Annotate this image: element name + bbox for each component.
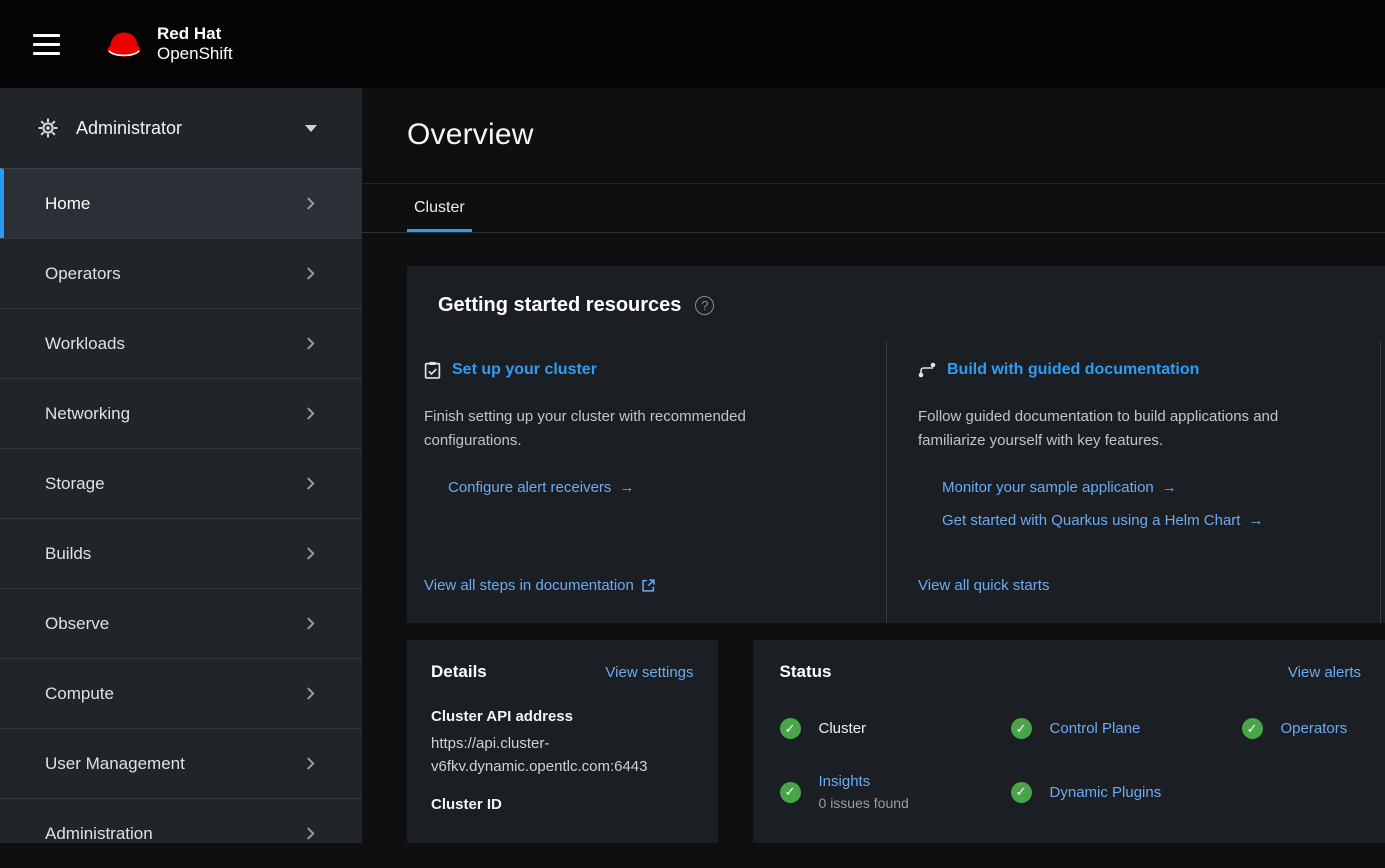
insights-issues-count: 0 issues found bbox=[819, 795, 909, 811]
check-circle-icon: ✓ bbox=[780, 782, 801, 803]
chevron-right-icon bbox=[304, 827, 317, 840]
view-settings-link[interactable]: View settings bbox=[605, 664, 693, 681]
status-card: Status View alerts ✓ Cluster ✓ Control P… bbox=[753, 640, 1385, 843]
control-plane-link[interactable]: Control Plane bbox=[1050, 720, 1141, 737]
status-item-dynamic-plugins: ✓ Dynamic Plugins bbox=[1011, 773, 1242, 811]
sidebar-item-home[interactable]: Home bbox=[0, 168, 362, 238]
chevron-right-icon bbox=[304, 687, 317, 700]
chevron-right-icon bbox=[304, 757, 317, 770]
monitor-sample-application-link[interactable]: Monitor your sample application → bbox=[942, 479, 1177, 496]
gear-icon bbox=[38, 118, 58, 138]
guided-route-icon bbox=[918, 362, 936, 378]
status-item-cluster: ✓ Cluster bbox=[780, 718, 1011, 739]
check-circle-icon: ✓ bbox=[1242, 718, 1263, 739]
cropped-column bbox=[1381, 341, 1385, 623]
redhat-openshift-logo: Red Hat OpenShift bbox=[104, 24, 233, 65]
quarkus-helm-chart-link[interactable]: Get started with Quarkus using a Helm Ch… bbox=[942, 512, 1263, 529]
arrow-right-icon: → bbox=[1162, 479, 1177, 496]
sidebar-item-user-management[interactable]: User Management bbox=[0, 728, 362, 798]
perspective-switcher[interactable]: Administrator bbox=[0, 88, 362, 168]
insights-link[interactable]: Insights bbox=[819, 773, 909, 790]
configure-alert-receivers-link[interactable]: Configure alert receivers → bbox=[448, 479, 634, 496]
chevron-right-icon bbox=[304, 337, 317, 350]
nav-list: Home Operators Workloads Networking Stor… bbox=[0, 168, 362, 868]
dashboard: Getting started resources ? Set up your … bbox=[362, 233, 1385, 843]
sidebar-item-workloads[interactable]: Workloads bbox=[0, 308, 362, 378]
clipboard-check-icon bbox=[424, 361, 441, 379]
brand-name-top: Red Hat bbox=[157, 24, 233, 44]
check-circle-icon: ✓ bbox=[1011, 718, 1032, 739]
help-icon[interactable]: ? bbox=[695, 296, 714, 315]
view-all-steps-link[interactable]: View all steps in documentation bbox=[424, 577, 655, 594]
page-title: Overview bbox=[407, 118, 1385, 152]
main-content: Overview Cluster Getting started resourc… bbox=[362, 88, 1385, 843]
status-item-insights: ✓ Insights 0 issues found bbox=[780, 773, 1011, 811]
status-item-operators: ✓ Operators bbox=[1242, 718, 1361, 739]
sidebar-item-administration[interactable]: Administration bbox=[0, 798, 362, 868]
getting-started-title: Getting started resources bbox=[438, 294, 681, 317]
chevron-right-icon bbox=[304, 617, 317, 630]
brand-name-bottom: OpenShift bbox=[157, 44, 233, 64]
view-alerts-link[interactable]: View alerts bbox=[1288, 664, 1361, 681]
hamburger-menu-button[interactable] bbox=[33, 34, 60, 55]
arrow-right-icon: → bbox=[619, 479, 634, 496]
chevron-right-icon bbox=[304, 197, 317, 210]
setup-cluster-description: Finish setting up your cluster with reco… bbox=[424, 405, 846, 453]
sidebar-item-networking[interactable]: Networking bbox=[0, 378, 362, 448]
check-circle-icon: ✓ bbox=[780, 718, 801, 739]
openshift-console: Red Hat OpenShift Administrator bbox=[0, 0, 1385, 843]
details-title: Details bbox=[431, 662, 487, 682]
status-title: Status bbox=[780, 662, 832, 682]
chevron-right-icon bbox=[304, 407, 317, 420]
chevron-right-icon bbox=[304, 267, 317, 280]
tab-bar: Cluster bbox=[362, 183, 1385, 233]
guided-documentation-column: Build with guided documentation Follow g… bbox=[887, 341, 1381, 623]
guided-documentation-description: Follow guided documentation to build app… bbox=[918, 405, 1340, 453]
details-card: Details View settings Cluster API addres… bbox=[407, 640, 718, 843]
view-all-quick-starts-link[interactable]: View all quick starts bbox=[918, 577, 1049, 594]
getting-started-card: Getting started resources ? Set up your … bbox=[407, 266, 1385, 623]
setup-cluster-heading[interactable]: Set up your cluster bbox=[424, 361, 856, 379]
chevron-right-icon bbox=[304, 477, 317, 490]
sidebar-item-builds[interactable]: Builds bbox=[0, 518, 362, 588]
dynamic-plugins-link[interactable]: Dynamic Plugins bbox=[1050, 784, 1162, 801]
status-item-control-plane: ✓ Control Plane bbox=[1011, 718, 1242, 739]
setup-cluster-column: Set up your cluster Finish setting up yo… bbox=[407, 341, 887, 623]
caret-down-icon bbox=[305, 125, 317, 132]
sidebar-nav: Administrator Home Operators Workloads N… bbox=[0, 88, 362, 843]
sidebar-item-operators[interactable]: Operators bbox=[0, 238, 362, 308]
sidebar-item-storage[interactable]: Storage bbox=[0, 448, 362, 518]
external-link-icon bbox=[642, 579, 655, 592]
guided-documentation-heading[interactable]: Build with guided documentation bbox=[918, 361, 1350, 379]
redhat-logo-icon bbox=[104, 29, 144, 60]
chevron-right-icon bbox=[304, 547, 317, 560]
cluster-api-address-value: https://api.cluster-v6fkv.dynamic.opentl… bbox=[431, 732, 694, 778]
cluster-api-address-field: Cluster API address https://api.cluster-… bbox=[431, 708, 694, 778]
masthead: Red Hat OpenShift bbox=[0, 0, 1385, 88]
sidebar-item-compute[interactable]: Compute bbox=[0, 658, 362, 728]
check-circle-icon: ✓ bbox=[1011, 782, 1032, 803]
cluster-id-field: Cluster ID bbox=[431, 796, 694, 813]
tab-cluster[interactable]: Cluster bbox=[407, 184, 472, 232]
arrow-right-icon: → bbox=[1248, 512, 1263, 529]
operators-link[interactable]: Operators bbox=[1281, 720, 1348, 737]
perspective-label: Administrator bbox=[76, 118, 305, 139]
page-header: Overview bbox=[362, 88, 1385, 152]
sidebar-item-observe[interactable]: Observe bbox=[0, 588, 362, 658]
